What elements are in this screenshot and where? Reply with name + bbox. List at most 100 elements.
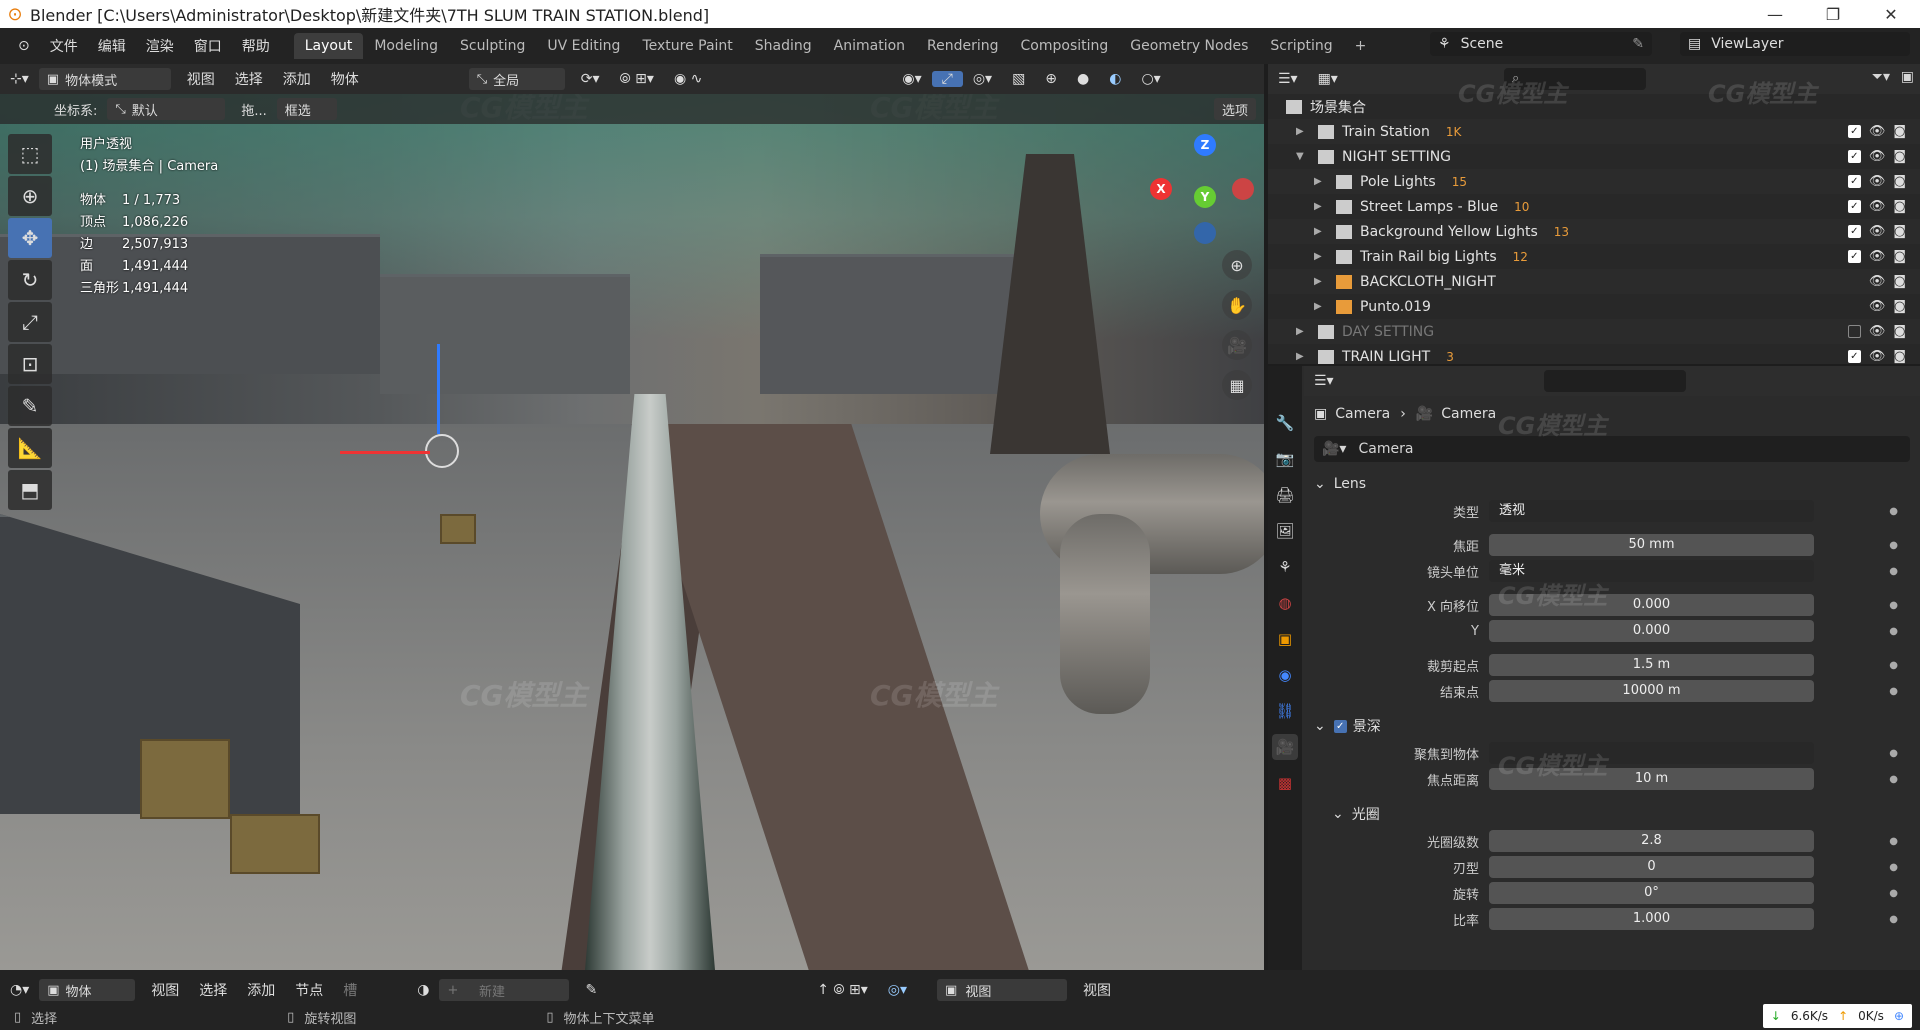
expand-arrow-icon[interactable]: ▶ — [1314, 176, 1328, 187]
shading-wireframe-icon[interactable]: ⊕ — [1035, 71, 1067, 87]
visibility-eye-icon[interactable]: 👁 — [1869, 249, 1886, 264]
expand-arrow-icon[interactable]: ▶ — [1314, 301, 1328, 312]
panel-lens[interactable]: ⌄ Lens — [1304, 470, 1920, 498]
render-camera-icon[interactable]: ◙ — [1893, 224, 1906, 239]
field-value[interactable] — [1489, 742, 1814, 764]
scene-tab-icon[interactable]: ⚘ — [1272, 554, 1298, 580]
gizmo-neg-z[interactable] — [1194, 222, 1216, 244]
visibility-eye-icon[interactable]: 👁 — [1869, 324, 1886, 339]
menu-edit[interactable]: 编辑 — [88, 36, 136, 56]
visibility-eye-icon[interactable]: 👁 — [1869, 224, 1886, 239]
expand-arrow-icon[interactable]: ▶ — [1314, 251, 1328, 262]
object-tab-icon[interactable]: ▣ — [1272, 626, 1298, 652]
move-tool-icon[interactable]: ✥ — [8, 218, 52, 258]
outliner-row[interactable]: ▶ Background Yellow Lights 13 ✓ 👁 ◙ — [1268, 219, 1920, 244]
panel-depth-of-field[interactable]: ⌄ ✓ 景深 — [1304, 712, 1920, 740]
rotate-tool-icon[interactable]: ↻ — [8, 260, 52, 300]
render-camera-icon[interactable]: ◙ — [1893, 124, 1906, 139]
output-tab-icon[interactable]: 🖨 — [1272, 482, 1298, 508]
keyframe-dot-icon[interactable]: ● — [1889, 506, 1898, 517]
menu-help[interactable]: 帮助 — [232, 36, 280, 56]
field-value[interactable]: 0° — [1489, 882, 1814, 904]
tab-compositing[interactable]: Compositing — [1010, 33, 1120, 59]
pin-icon[interactable]: ✎ — [575, 982, 607, 998]
outliner-row[interactable]: ▶ Train Station 1K ✓ 👁 ◙ — [1268, 119, 1920, 144]
field-value[interactable]: 50 mm — [1489, 534, 1814, 556]
slot-dropdown[interactable]: 槽 — [333, 980, 367, 1000]
exclude-checkbox[interactable]: ✓ — [1847, 250, 1861, 263]
gizmo-z-axis[interactable]: Z — [1194, 134, 1216, 156]
tab-geometry-nodes[interactable]: Geometry Nodes — [1119, 33, 1259, 59]
close-icon[interactable]: ✕ — [1862, 0, 1920, 28]
render-camera-icon[interactable]: ◙ — [1893, 324, 1906, 339]
outliner-row[interactable]: ▶ Pole Lights 15 ✓ 👁 ◙ — [1268, 169, 1920, 194]
camera-datablock-selector[interactable]: 🎥▾ Camera — [1314, 436, 1910, 462]
keyframe-dot-icon[interactable]: ● — [1889, 836, 1898, 847]
menu-file[interactable]: 文件 — [40, 36, 88, 56]
shading-material-icon[interactable]: ◐ — [1099, 71, 1131, 87]
gizmo-neg-x[interactable] — [1232, 178, 1254, 200]
outliner-search-input[interactable]: ⌕ — [1504, 68, 1646, 90]
snap-icon[interactable]: ⦾ ⊞▾ — [610, 71, 664, 87]
annotate-tool-icon[interactable]: ✎ — [8, 386, 52, 426]
expand-arrow-icon[interactable]: ▶ — [1296, 126, 1310, 137]
material-icon[interactable]: ◑ — [407, 982, 439, 998]
ortho-grid-icon[interactable]: ▦ — [1222, 370, 1252, 400]
xray-icon[interactable]: ▧ — [1002, 71, 1035, 87]
drag-dropdown[interactable]: 框选 — [276, 98, 337, 120]
texture-tab-icon[interactable]: ▩ — [1272, 770, 1298, 796]
field-value[interactable]: 1.5 m — [1489, 654, 1814, 676]
new-collection-icon[interactable]: ▣ — [1901, 69, 1914, 85]
scale-tool-icon[interactable]: ⤢ — [8, 302, 52, 342]
pivot-icon[interactable]: ⟳▾ — [571, 71, 610, 87]
visibility-icon[interactable]: ◉▾ — [892, 71, 931, 87]
expand-arrow-icon[interactable]: ▶ — [1296, 326, 1310, 337]
field-value[interactable]: 透视 — [1489, 500, 1814, 522]
add-workspace-icon[interactable]: + — [1344, 33, 1378, 59]
field-value[interactable]: 10000 m — [1489, 680, 1814, 702]
field-value[interactable]: 0 — [1489, 856, 1814, 878]
field-value[interactable]: 0.000 — [1489, 620, 1814, 642]
visibility-eye-icon[interactable]: 👁 — [1869, 124, 1886, 139]
measure-tool-icon[interactable]: 📐 — [8, 428, 52, 468]
field-value[interactable]: 2.8 — [1489, 830, 1814, 852]
gizmo-toggle-icon[interactable]: ⤢ — [931, 71, 963, 87]
properties-search-input[interactable] — [1543, 370, 1686, 392]
camera-view-icon[interactable]: 🎥 — [1222, 330, 1252, 360]
coord-dropdown[interactable]: ⤡ 默认 — [107, 98, 226, 120]
visibility-eye-icon[interactable]: 👁 — [1869, 174, 1886, 189]
overlay-icon[interactable]: ◎▾ — [878, 982, 917, 998]
new-material-button[interactable]: + 新建 — [439, 979, 570, 1001]
shading-rendered-icon[interactable]: ○▾ — [1131, 71, 1170, 87]
outliner-editor-icon[interactable]: ☰▾ — [1268, 71, 1308, 87]
object-type-dropdown[interactable]: ▣ 物体 — [39, 979, 136, 1001]
exclude-checkbox[interactable]: ✓ — [1847, 150, 1861, 163]
field-value[interactable]: 毫米 — [1489, 560, 1814, 582]
expand-arrow-icon[interactable]: ▶ — [1314, 201, 1328, 212]
exclude-checkbox[interactable] — [1847, 325, 1861, 338]
render-camera-icon[interactable]: ◙ — [1893, 349, 1906, 364]
navigation-gizmo[interactable]: Z X Y — [1140, 134, 1254, 244]
dof-checkbox[interactable]: ✓ — [1333, 719, 1347, 733]
menu-view[interactable]: 视图 — [141, 980, 189, 1000]
menu-view[interactable]: 视图 — [177, 69, 225, 89]
render-camera-icon[interactable]: ◙ — [1893, 149, 1906, 164]
render-camera-icon[interactable]: ◙ — [1893, 299, 1906, 314]
shading-solid-icon[interactable]: ● — [1067, 71, 1099, 87]
zoom-icon[interactable]: ⊕ — [1222, 250, 1252, 280]
editor-type-icon[interactable]: ◔▾ — [0, 982, 39, 998]
field-value[interactable]: 1.000 — [1489, 908, 1814, 930]
pan-hand-icon[interactable]: ✋ — [1222, 290, 1252, 320]
transform-tool-icon[interactable]: ⊡ — [8, 344, 52, 384]
maximize-icon[interactable]: ❐ — [1804, 0, 1862, 28]
keyframe-dot-icon[interactable]: ● — [1889, 686, 1898, 697]
snap-icon[interactable]: ↑ ⦾ ⊞▾ — [807, 982, 878, 998]
tab-modeling[interactable]: Modeling — [363, 33, 449, 59]
menu-window[interactable]: 窗口 — [184, 36, 232, 56]
outliner-row[interactable]: ▶ BACKCLOTH_NIGHT 👁 ◙ — [1268, 269, 1920, 294]
add-cube-tool-icon[interactable]: ⬒ — [8, 470, 52, 510]
expand-arrow-icon[interactable]: ▶ — [1314, 276, 1328, 287]
gizmo-y-axis[interactable]: Y — [1194, 186, 1216, 208]
tool-tab-icon[interactable]: 🔧 — [1272, 410, 1298, 436]
visibility-eye-icon[interactable]: 👁 — [1869, 199, 1886, 214]
